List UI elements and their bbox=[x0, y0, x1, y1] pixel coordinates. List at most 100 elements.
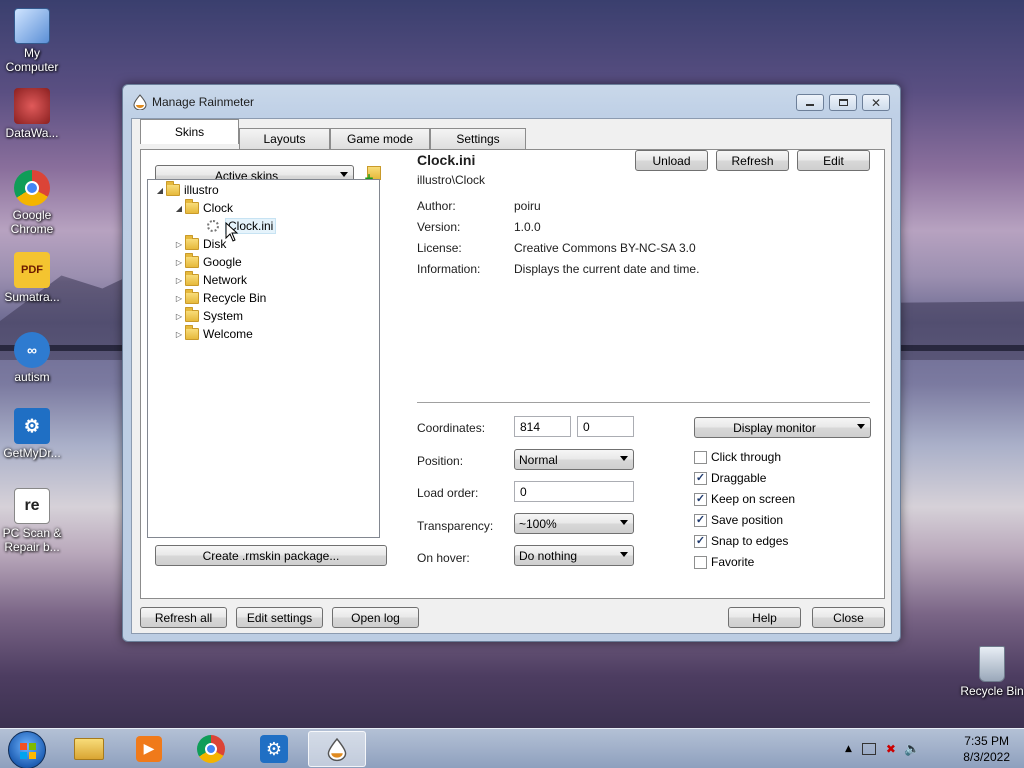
checkbox-box[interactable]: ✓ bbox=[694, 534, 707, 548]
tree-node-illustro[interactable]: ◢ illustro bbox=[156, 181, 219, 199]
checkbox-box[interactable]: ✓ bbox=[694, 492, 707, 506]
pdf-icon: PDF bbox=[14, 252, 50, 288]
system-tray: ▲ ✖ 🔈 bbox=[845, 729, 920, 768]
transparency-dropdown[interactable]: ~100% bbox=[514, 513, 634, 534]
windows-logo-icon bbox=[20, 743, 36, 759]
close-window-button[interactable]: ✕ bbox=[862, 94, 890, 111]
tab-skins[interactable]: Skins bbox=[140, 119, 239, 144]
show-hidden-icons-icon[interactable]: ▲ bbox=[845, 744, 852, 754]
unload-button[interactable]: Unload bbox=[635, 150, 708, 171]
desktop-icon-sumatra[interactable]: PDF Sumatra... bbox=[0, 252, 67, 304]
tab-game-mode[interactable]: Game mode bbox=[330, 128, 430, 149]
coord-y-field[interactable]: 0 bbox=[577, 416, 634, 437]
snap-to-edges-checkbox[interactable]: ✓ Snap to edges bbox=[694, 534, 788, 548]
display-monitor-label: Display monitor bbox=[733, 421, 816, 435]
create-rmskin-package-button[interactable]: Create .rmskin package... bbox=[155, 545, 387, 566]
taskbar-chrome-button[interactable] bbox=[182, 731, 240, 767]
skins-tree[interactable]: ◢ illustro ◢ Clock Clock.ini ▷ Disk ▷ Go… bbox=[147, 179, 380, 538]
expand-icon[interactable]: ▷ bbox=[175, 330, 183, 339]
save-position-checkbox[interactable]: ✓ Save position bbox=[694, 513, 783, 527]
folder-icon bbox=[185, 325, 199, 340]
checkbox-label: Click through bbox=[711, 450, 782, 464]
desktop-icon-getmydr[interactable]: ⚙ GetMyDr... bbox=[0, 408, 67, 460]
clock-date: 8/3/2022 bbox=[963, 750, 1010, 764]
expand-icon[interactable]: ▷ bbox=[175, 258, 183, 267]
tree-node-clock[interactable]: ◢ Clock bbox=[175, 199, 233, 217]
display-monitor-dropdown[interactable]: Display monitor bbox=[694, 417, 871, 438]
expand-icon[interactable]: ▷ bbox=[175, 276, 183, 285]
expand-icon[interactable]: ▷ bbox=[175, 240, 183, 249]
maximize-button[interactable] bbox=[829, 94, 857, 111]
add-folder-icon[interactable]: + bbox=[364, 166, 381, 184]
expand-icon[interactable]: ▷ bbox=[175, 294, 183, 303]
taskbar-getmydrivers-button[interactable]: ⚙ bbox=[245, 731, 303, 767]
button-label: Edit settings bbox=[246, 610, 313, 625]
rainmeter-icon bbox=[133, 94, 147, 110]
refresh-button[interactable]: Refresh bbox=[716, 150, 789, 171]
edit-button[interactable]: Edit bbox=[797, 150, 870, 171]
collapse-icon[interactable]: ◢ bbox=[156, 186, 164, 195]
recycle-bin-icon bbox=[979, 646, 1005, 682]
start-button[interactable] bbox=[8, 731, 46, 768]
tree-node-welcome[interactable]: ▷ Welcome bbox=[175, 325, 253, 343]
edit-settings-button[interactable]: Edit settings bbox=[236, 607, 323, 628]
load-order-label: Load order: bbox=[417, 486, 479, 500]
favorite-checkbox[interactable]: Favorite bbox=[694, 555, 754, 569]
desktop-icon-my-computer[interactable]: My Computer bbox=[0, 8, 67, 74]
tree-node-system[interactable]: ▷ System bbox=[175, 307, 243, 325]
refresh-all-button[interactable]: Refresh all bbox=[140, 607, 227, 628]
open-log-button[interactable]: Open log bbox=[332, 607, 419, 628]
keep-on-screen-checkbox[interactable]: ✓ Keep on screen bbox=[694, 492, 795, 506]
collapse-icon[interactable]: ◢ bbox=[175, 204, 183, 213]
coord-x-field[interactable]: 814 bbox=[514, 416, 571, 437]
chrome-icon bbox=[197, 735, 225, 763]
click-through-checkbox[interactable]: Click through bbox=[694, 450, 781, 464]
tab-layouts[interactable]: Layouts bbox=[239, 128, 330, 149]
draggable-checkbox[interactable]: ✓ Draggable bbox=[694, 471, 766, 485]
checkbox-label: Snap to edges bbox=[711, 534, 789, 548]
tab-label: Settings bbox=[456, 132, 500, 146]
checkbox-box[interactable]: ✓ bbox=[694, 513, 707, 527]
window-titlebar[interactable]: Manage Rainmeter ✕ bbox=[123, 85, 900, 119]
on-hover-dropdown[interactable]: Do nothing bbox=[514, 545, 634, 566]
checkbox-box[interactable] bbox=[694, 555, 707, 569]
network-icon[interactable]: ✖ bbox=[886, 742, 896, 756]
media-player-icon: ▶ bbox=[136, 736, 162, 762]
tree-node-recycle-bin[interactable]: ▷ Recycle Bin bbox=[175, 289, 266, 307]
taskbar-rainmeter-button[interactable] bbox=[308, 731, 366, 767]
separator bbox=[417, 402, 870, 403]
tab-settings[interactable]: Settings bbox=[430, 128, 526, 149]
expand-icon[interactable]: ▷ bbox=[175, 312, 183, 321]
close-button[interactable]: Close bbox=[812, 607, 885, 628]
taskbar: ▶ ⚙ ▲ ✖ 🔈 7:35 PM 8/3/2022 bbox=[0, 728, 1024, 768]
info-key-information: Information: bbox=[417, 262, 481, 276]
tree-node-google[interactable]: ▷ Google bbox=[175, 253, 242, 271]
desktop-icon-autism[interactable]: ∞ autism bbox=[0, 332, 67, 384]
desktop-icon-datawa[interactable]: DataWa... bbox=[0, 88, 67, 140]
button-label: Create .rmskin package... bbox=[202, 548, 340, 563]
load-order-field[interactable]: 0 bbox=[514, 481, 634, 502]
tab-label: Game mode bbox=[346, 132, 414, 146]
checkbox-box[interactable]: ✓ bbox=[694, 471, 707, 485]
action-center-icon[interactable] bbox=[861, 743, 876, 755]
checkbox-label: Draggable bbox=[711, 471, 767, 485]
taskbar-explorer-button[interactable] bbox=[60, 731, 118, 767]
tree-node-disk[interactable]: ▷ Disk bbox=[175, 235, 226, 253]
transparency-label: Transparency: bbox=[417, 519, 494, 533]
help-button[interactable]: Help bbox=[728, 607, 801, 628]
tree-node-network[interactable]: ▷ Network bbox=[175, 271, 247, 289]
desktop-icon-recycle-bin[interactable]: Recycle Bin bbox=[957, 646, 1024, 698]
restore-icon bbox=[838, 99, 848, 106]
checkbox-box[interactable] bbox=[694, 450, 707, 464]
desktop-icon-pc-scan[interactable]: re PC Scan & Repair b... bbox=[0, 488, 67, 554]
volume-icon[interactable]: 🔈 bbox=[904, 742, 920, 757]
tree-node-clock-ini[interactable]: Clock.ini bbox=[205, 217, 277, 235]
button-label: Unload bbox=[652, 153, 691, 168]
taskbar-clock[interactable]: 7:35 PM 8/3/2022 bbox=[963, 733, 1010, 765]
position-dropdown[interactable]: Normal bbox=[514, 449, 634, 470]
button-label: Edit bbox=[823, 153, 844, 168]
skin-path: illustro\Clock bbox=[417, 173, 486, 187]
desktop-icon-google-chrome[interactable]: Google Chrome bbox=[0, 170, 67, 236]
taskbar-media-player-button[interactable]: ▶ bbox=[120, 731, 178, 767]
minimize-button[interactable] bbox=[796, 94, 824, 111]
